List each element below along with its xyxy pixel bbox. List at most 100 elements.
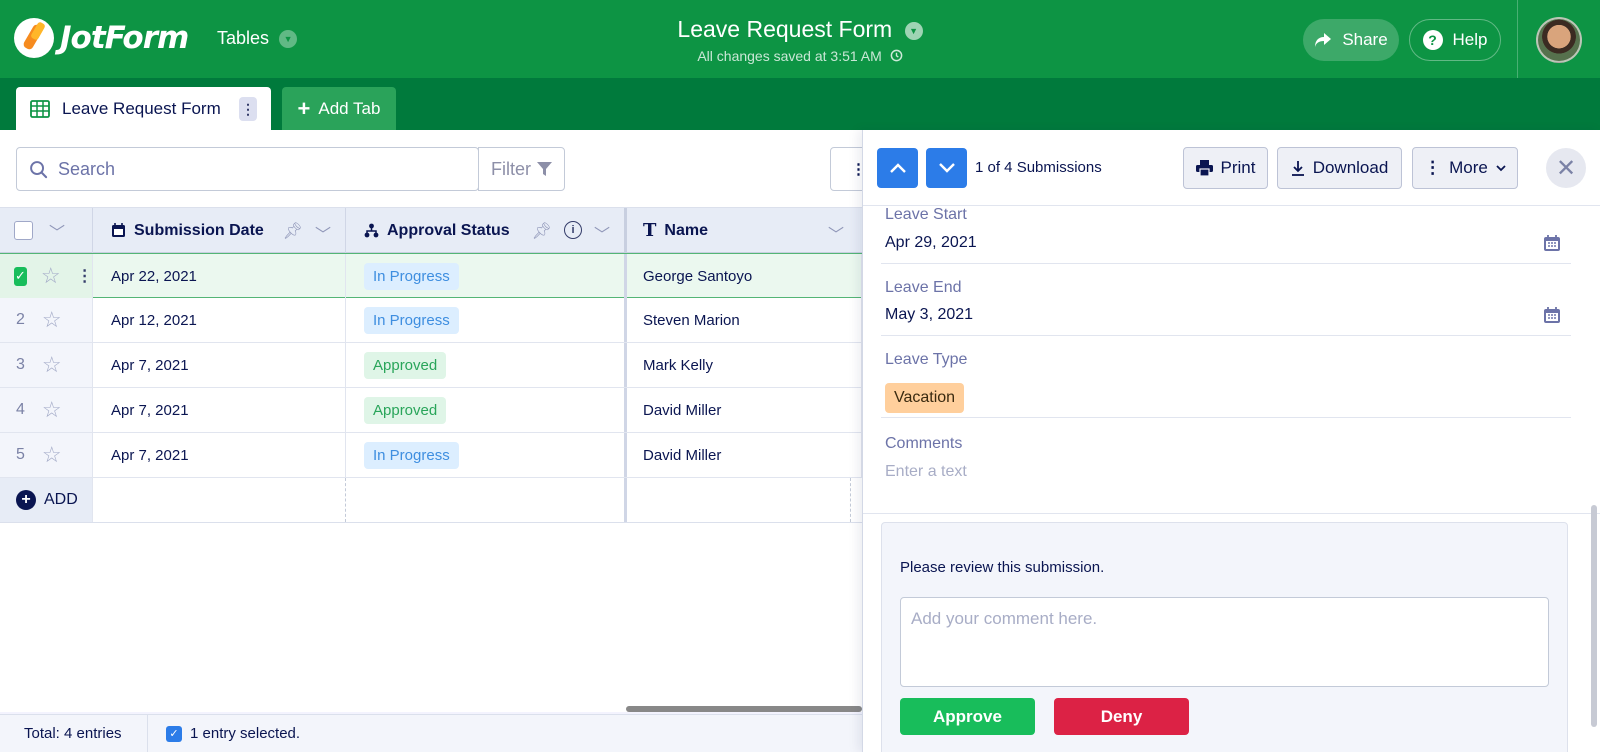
empty-cell[interactable] <box>346 478 627 522</box>
more-button[interactable]: ⋮ More <box>1412 147 1518 189</box>
submission-date-cell[interactable]: Apr 7, 2021 <box>93 388 346 432</box>
column-header-submission-date[interactable]: Submission Date 📌︎ ﹀ <box>93 208 346 253</box>
top-bar: JotForm Tables ▼ Leave Request Form ▼ Al… <box>0 0 1600 78</box>
approval-status-cell[interactable]: In Progress <box>346 254 627 298</box>
row-controls: 2 ☆ <box>0 298 93 342</box>
add-row-button[interactable]: + ADD <box>0 478 93 522</box>
tab-more-icon[interactable]: ⋮ <box>239 97 257 121</box>
name-cell[interactable]: David Miller <box>627 388 862 432</box>
submission-date-cell[interactable]: Apr 7, 2021 <box>93 343 346 387</box>
close-panel-button[interactable]: ✕ <box>1546 148 1586 188</box>
chevron-down-icon[interactable]: ﹀ <box>315 221 331 245</box>
star-icon[interactable]: ☆ <box>42 307 62 333</box>
comments-input[interactable]: Enter a text <box>885 463 967 481</box>
funnel-icon <box>537 162 552 176</box>
submission-date-cell[interactable]: Apr 7, 2021 <box>93 433 346 477</box>
status-badge: Approved <box>364 396 447 424</box>
divider <box>1517 0 1518 78</box>
chevron-down-icon[interactable]: ﹀ <box>49 219 65 243</box>
clock-icon <box>890 49 903 62</box>
table-row[interactable]: 2 ☆ Apr 12, 2021 In Progress Steven Mari… <box>0 298 862 343</box>
chevron-down-icon: ▼ <box>904 21 923 40</box>
panel-header: 1 of 4 Submissions Print Download ⋮ More… <box>863 130 1600 206</box>
review-comment-input[interactable] <box>900 597 1549 687</box>
approval-review-box: Please review this submission. Approve D… <box>881 522 1568 752</box>
divider <box>863 513 1600 514</box>
star-icon[interactable]: ☆ <box>42 352 62 378</box>
question-icon: ? <box>1422 30 1443 50</box>
row-checkbox[interactable]: ✓ <box>14 266 27 286</box>
row-more-icon[interactable]: ⋮ <box>77 266 93 286</box>
empty-cell[interactable] <box>93 478 346 522</box>
total-entries: Total: 4 entries <box>0 714 148 752</box>
more-options-button[interactable]: ⋮ <box>830 147 862 191</box>
row-number: 5 <box>16 446 25 463</box>
horizontal-scrollbar[interactable] <box>626 706 862 712</box>
chevron-down-icon[interactable]: ﹀ <box>594 221 610 245</box>
column-label: Submission Date <box>134 221 264 239</box>
add-tab-button[interactable]: + Add Tab <box>282 87 396 130</box>
previous-submission-button[interactable] <box>877 148 918 188</box>
leave-type-tag[interactable]: Vacation <box>885 383 965 413</box>
add-row-label: ADD <box>44 491 78 508</box>
row-number: 2 <box>16 311 25 328</box>
download-button[interactable]: Download <box>1277 147 1402 189</box>
name-cell[interactable]: Steven Marion <box>627 298 862 342</box>
calendar-icon[interactable] <box>1543 234 1561 252</box>
submission-date-cell[interactable]: Apr 12, 2021 <box>93 298 346 342</box>
help-button[interactable]: ? Help <box>1409 19 1501 61</box>
select-all-checkbox[interactable] <box>14 221 33 240</box>
plus-icon: + <box>297 95 311 121</box>
plus-circle-icon: + <box>16 490 36 510</box>
name-cell[interactable]: Mark Kelly <box>627 343 862 387</box>
leave-end-input[interactable]: May 3, 2021 <box>885 306 973 324</box>
more-label: More <box>1449 158 1488 177</box>
deny-button[interactable]: Deny <box>1054 698 1189 735</box>
help-label: Help <box>1452 30 1488 49</box>
tab-leave-request-form[interactable]: Leave Request Form ⋮ <box>16 87 271 130</box>
status-footer: Total: 4 entries ✓ 1 entry selected. <box>0 714 862 752</box>
table-row[interactable]: 4 ☆ Apr 7, 2021 Approved David Miller <box>0 388 862 433</box>
column-header-name[interactable]: T Name ﹀ <box>627 208 862 253</box>
approval-status-cell[interactable]: Approved <box>346 343 627 387</box>
chevron-down-icon[interactable]: ﹀ <box>828 221 844 245</box>
add-tab-label: Add Tab <box>318 98 381 118</box>
share-button[interactable]: Share <box>1303 19 1399 61</box>
search-field[interactable]: Search <box>16 147 479 191</box>
next-submission-button[interactable] <box>926 148 967 188</box>
star-icon[interactable]: ☆ <box>42 442 62 468</box>
approval-status-cell[interactable]: In Progress <box>346 298 627 342</box>
leave-start-input[interactable]: Apr 29, 2021 <box>885 234 977 252</box>
row-number: 4 <box>16 401 25 418</box>
search-input[interactable]: Search <box>58 159 115 180</box>
table-area: Search Filter ⋮ ﹀ Submission Date 📌︎ ﹀ Ap… <box>0 130 862 712</box>
print-button[interactable]: Print <box>1183 147 1268 189</box>
print-label: Print <box>1220 158 1256 177</box>
star-icon[interactable]: ☆ <box>42 397 62 423</box>
name-cell[interactable]: George Santoyo <box>627 254 862 298</box>
approval-status-cell[interactable]: In Progress <box>346 433 627 477</box>
name-cell[interactable]: David Miller <box>627 433 862 477</box>
user-avatar[interactable] <box>1536 17 1582 63</box>
selection-status: ✓ 1 entry selected. <box>148 725 300 742</box>
approve-button[interactable]: Approve <box>900 698 1035 735</box>
calendar-icon[interactable] <box>1543 306 1561 324</box>
empty-cell[interactable] <box>627 478 851 522</box>
column-label: Approval Status <box>387 221 510 239</box>
submission-date-cell[interactable]: Apr 22, 2021 <box>93 254 346 298</box>
field-leave-start: Leave Start Apr 29, 2021 <box>881 206 1571 264</box>
approval-status-cell[interactable]: Approved <box>346 388 627 432</box>
table-row[interactable]: ✓ ☆ ⋮ Apr 22, 2021 In Progress George Sa… <box>0 253 862 298</box>
star-icon[interactable]: ☆ <box>41 263 61 289</box>
table-row[interactable]: 5 ☆ Apr 7, 2021 In Progress David Miller <box>0 433 862 478</box>
table-row[interactable]: 3 ☆ Apr 7, 2021 Approved Mark Kelly <box>0 343 862 388</box>
tab-bar: Leave Request Form ⋮ + Add Tab <box>0 78 1600 130</box>
info-icon[interactable]: i <box>563 221 582 239</box>
pin-icon[interactable]: 📌︎ <box>532 221 552 245</box>
add-row: + ADD <box>0 478 862 523</box>
pin-icon[interactable]: 📌︎ <box>283 221 303 245</box>
chevron-down-icon <box>938 163 955 173</box>
column-header-approval-status[interactable]: Approval Status 📌︎ i ﹀ <box>346 208 627 253</box>
filter-button[interactable]: Filter <box>478 147 565 191</box>
vertical-scrollbar[interactable] <box>1591 505 1597 727</box>
